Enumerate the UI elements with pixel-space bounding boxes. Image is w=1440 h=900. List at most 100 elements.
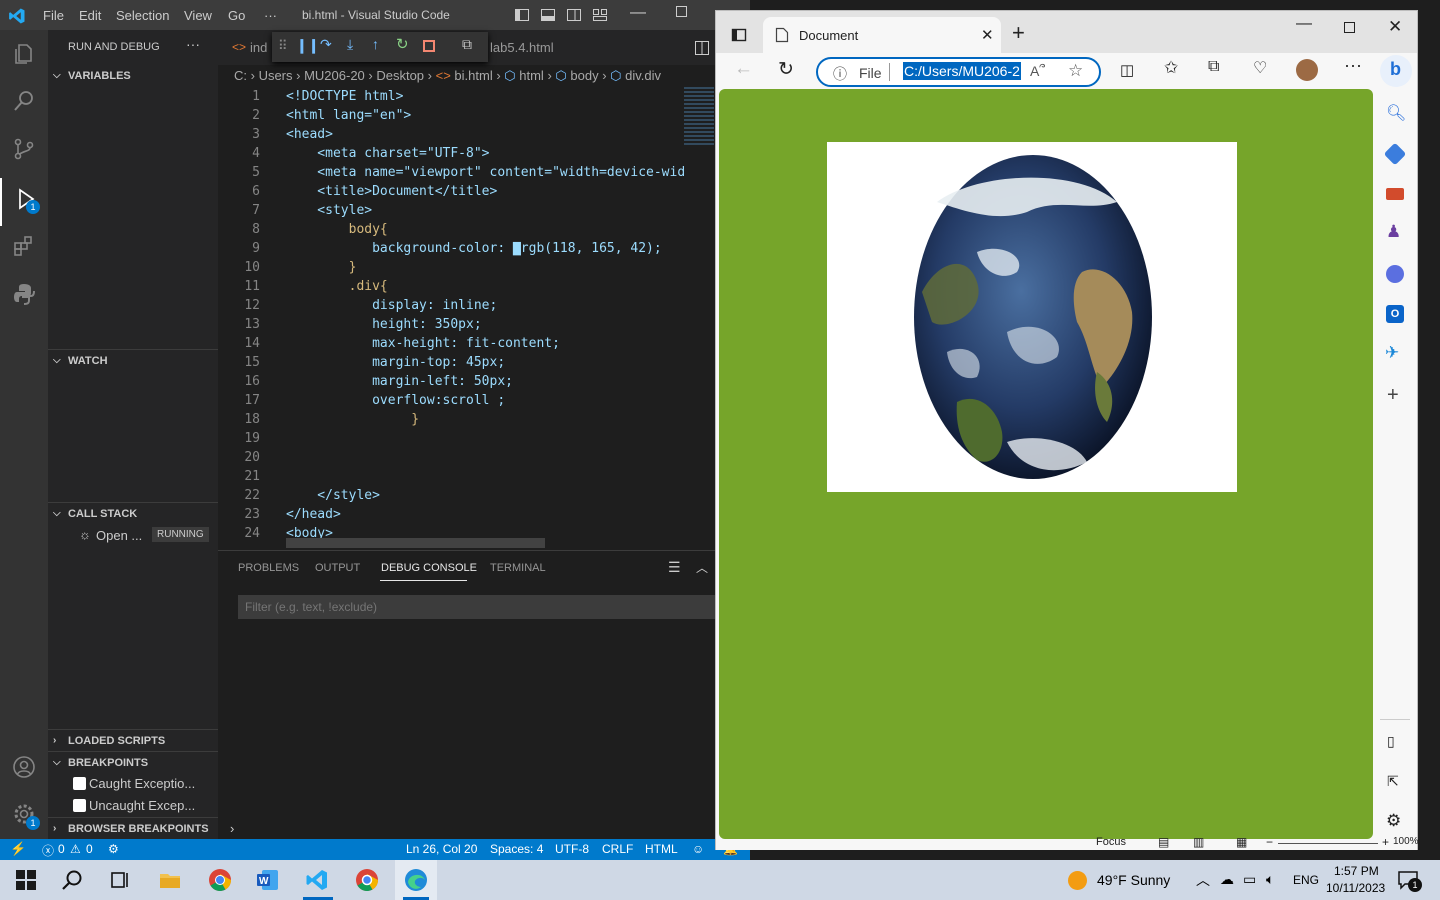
focus-button[interactable]: Focus	[1096, 836, 1126, 848]
open-external-icon[interactable]: ⇱	[1387, 773, 1399, 790]
step-into-icon[interactable]: ⤓	[347, 36, 353, 53]
send-icon[interactable]: ✈	[1385, 343, 1399, 363]
breadcrumb-item[interactable]: MU206-20	[304, 68, 365, 83]
back-icon[interactable]: ←	[734, 58, 753, 80]
minimize-icon[interactable]: —	[630, 4, 646, 22]
breakpoints-section[interactable]: ⌵ BREAKPOINTS	[48, 751, 218, 773]
read-aloud-icon[interactable]: A՞	[1030, 63, 1045, 80]
outlook-icon[interactable]: O	[1386, 305, 1404, 323]
weather-text[interactable]: 49°F Sunny	[1097, 872, 1170, 888]
watch-section[interactable]: ⌵ WATCH	[48, 349, 218, 371]
menu-selection[interactable]: Selection	[116, 8, 169, 23]
close-window-icon[interactable]: ✕	[1388, 17, 1402, 37]
code-line[interactable]: background-color: ▇rgb(118, 165, 42);	[286, 239, 662, 258]
favorites-icon[interactable]: ✩	[1164, 58, 1178, 78]
show-hidden-icons[interactable]: ︿	[1196, 870, 1210, 890]
tab-output[interactable]: OUTPUT	[315, 562, 360, 574]
collections-icon[interactable]: ⧉	[1208, 58, 1219, 76]
maximize-icon[interactable]	[1344, 22, 1355, 33]
games-icon[interactable]: ♟	[1386, 222, 1401, 242]
minimize-icon[interactable]: —	[1296, 15, 1312, 33]
favorite-star-icon[interactable]: ☆	[1068, 61, 1083, 81]
warning-icon[interactable]: ⚠	[70, 842, 81, 856]
minimap[interactable]	[684, 87, 714, 147]
console-prompt-icon[interactable]: ›	[230, 821, 234, 836]
search-icon[interactable]	[60, 868, 84, 892]
warning-count[interactable]: 0	[86, 842, 93, 856]
microsoft-365-icon[interactable]	[1386, 265, 1404, 283]
file-explorer-icon[interactable]	[158, 868, 182, 892]
code-line[interactable]: }	[286, 258, 357, 277]
code-line[interactable]: <html lang="en">	[286, 106, 411, 125]
code-line[interactable]: <head>	[286, 125, 333, 144]
onedrive-icon[interactable]: ☁	[1220, 871, 1234, 888]
code-line[interactable]: <meta name="viewport" content="width=dev…	[286, 163, 685, 182]
code-line[interactable]: max-height: fit-content;	[286, 334, 560, 353]
code-line[interactable]: .div{	[286, 277, 388, 296]
uncaught-exceptions-checkbox[interactable]	[73, 799, 86, 812]
accounts-icon[interactable]	[12, 755, 36, 779]
step-out-icon[interactable]: ↑	[372, 36, 379, 52]
word-icon[interactable]: W	[256, 868, 280, 892]
breadcrumb-item[interactable]: Desktop	[376, 68, 424, 83]
breadcrumb-item[interactable]: C:	[234, 68, 247, 83]
browser-tab[interactable]: Document ✕	[763, 17, 1001, 53]
breadcrumb-item[interactable]: body	[570, 68, 598, 83]
encoding[interactable]: UTF-8	[555, 842, 589, 856]
loaded-scripts-section[interactable]: › LOADED SCRIPTS	[48, 729, 218, 751]
browser-breakpoints-section[interactable]: › BROWSER BREAKPOINTS	[48, 817, 218, 839]
customize-layout-icon[interactable]	[592, 7, 608, 23]
code-line[interactable]: }	[286, 410, 419, 429]
copilot-icon[interactable]: b	[1380, 55, 1412, 87]
call-stack-section[interactable]: ⌵ CALL STACK	[48, 502, 218, 524]
zoom-out-icon[interactable]: −	[1266, 835, 1273, 849]
task-view-icon[interactable]	[108, 868, 132, 892]
new-tab-icon[interactable]: +	[1012, 20, 1025, 46]
code-line[interactable]: </head>	[286, 505, 341, 524]
clear-console-icon[interactable]: ☰	[668, 559, 681, 576]
feedback-icon[interactable]: ☺	[692, 842, 704, 856]
browser-essentials-icon[interactable]: ♡	[1253, 58, 1267, 78]
shopping-icon[interactable]	[1383, 142, 1407, 166]
code-line[interactable]: display: inline;	[286, 296, 497, 315]
zoom-in-icon[interactable]: +	[1382, 835, 1389, 849]
error-count[interactable]: 0	[58, 842, 65, 856]
url-text[interactable]: C:/Users/MU206-2	[903, 62, 1021, 80]
zoom-slider[interactable]	[1278, 843, 1378, 844]
sidebar-more-button[interactable]: ···	[186, 36, 200, 52]
pause-icon[interactable]: ❙❙	[296, 37, 319, 54]
horizontal-scrollbar[interactable]	[286, 538, 545, 548]
code-line[interactable]: margin-left: 50px;	[286, 372, 513, 391]
errors-icon[interactable]: ⓧ	[42, 842, 54, 859]
debug-status-icon[interactable]: ⚙	[108, 842, 119, 856]
line-ending[interactable]: CRLF	[602, 842, 633, 856]
menu-more[interactable]: ···	[264, 8, 277, 23]
source-control-icon[interactable]	[12, 137, 36, 161]
address-bar[interactable]: ⓘ File C:/Users/MU206-2 A՞ ☆	[816, 57, 1101, 87]
edge-taskbar-icon[interactable]	[404, 868, 428, 892]
caught-exceptions-checkbox[interactable]	[73, 777, 86, 790]
open-browser-icon[interactable]: ⧉	[462, 36, 472, 53]
split-editor-icon[interactable]	[694, 40, 710, 56]
code-line[interactable]: height: 350px;	[286, 315, 482, 334]
code-line[interactable]: <style>	[286, 201, 372, 220]
drag-handle-icon[interactable]: ⠿	[278, 38, 288, 54]
maximize-icon[interactable]	[676, 6, 687, 17]
toggle-sidebar-icon[interactable]	[514, 7, 530, 23]
breadcrumb-item[interactable]: div.div	[625, 68, 661, 83]
code-line[interactable]: overflow:scroll ;	[286, 391, 505, 410]
clock-date[interactable]: 10/11/2023	[1326, 881, 1385, 895]
variables-section[interactable]: ⌵ VARIABLES	[48, 65, 218, 87]
tools-icon[interactable]	[1386, 188, 1404, 200]
breadcrumb-item[interactable]: bi.html	[454, 68, 492, 83]
language-indicator[interactable]: ENG	[1293, 873, 1319, 887]
restart-icon[interactable]: ↻	[396, 35, 409, 53]
code-line[interactable]: body{	[286, 220, 388, 239]
language-mode[interactable]: HTML	[645, 842, 678, 856]
split-screen-icon[interactable]: ◫	[1120, 61, 1134, 79]
indentation[interactable]: Spaces: 4	[490, 842, 543, 856]
menu-view[interactable]: View	[184, 8, 212, 23]
read-mode-icon[interactable]: ▤	[1158, 835, 1169, 849]
clock-time[interactable]: 1:57 PM	[1334, 864, 1379, 878]
vscode-taskbar-icon[interactable]	[305, 868, 329, 892]
